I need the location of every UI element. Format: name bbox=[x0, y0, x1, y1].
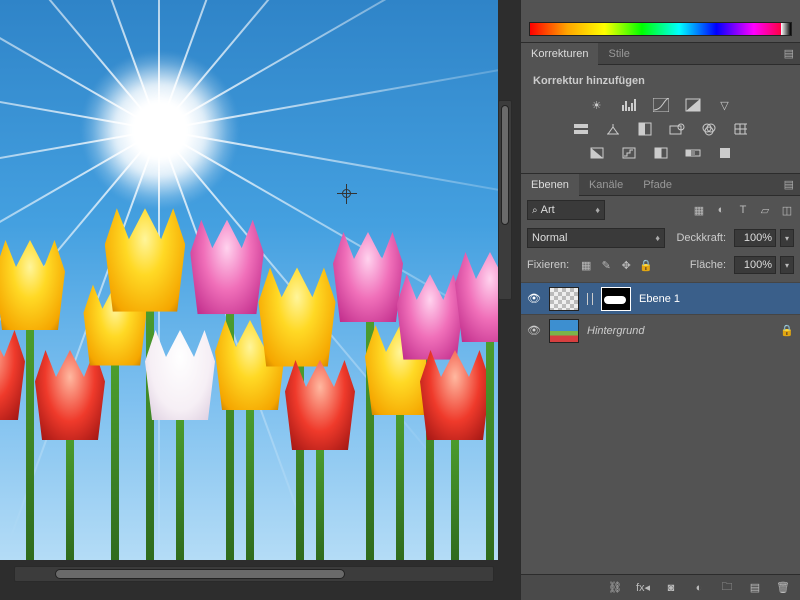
adjustments-title: Korrektur hinzufügen bbox=[533, 75, 792, 87]
adj-invert-icon[interactable] bbox=[588, 145, 606, 161]
layers-panel: Ebenen Kanäle Pfade ▤ ⌕ Art ♦ ▦ ◐ T ▱ ◫ bbox=[521, 173, 800, 600]
filter-adjust-icon[interactable]: ◐ bbox=[714, 203, 728, 217]
document-area bbox=[0, 0, 520, 600]
adj-photofilter-icon[interactable] bbox=[668, 121, 686, 137]
new-layer-icon[interactable]: ▤ bbox=[748, 581, 762, 594]
adj-posterize-icon[interactable] bbox=[620, 145, 638, 161]
adjustments-panel: Korrekturen Stile ▤ Korrektur hinzufügen… bbox=[521, 42, 800, 173]
adj-levels-icon[interactable] bbox=[620, 97, 638, 113]
adj-channelmixer-icon[interactable] bbox=[700, 121, 718, 137]
lock-icon: 🔒 bbox=[780, 324, 794, 337]
layer-name[interactable]: Ebene 1 bbox=[639, 293, 794, 305]
lock-position-icon[interactable]: ✥ bbox=[619, 258, 633, 272]
new-group-icon[interactable]: 🗀 bbox=[720, 578, 734, 597]
lock-all-icon[interactable]: 🔒 bbox=[639, 258, 653, 272]
layer-filter-kind[interactable]: ⌕ Art ♦ bbox=[527, 200, 605, 220]
adj-vibrance-icon[interactable]: ▽ bbox=[716, 97, 734, 113]
layer-row[interactable]: 👁 Hintergrund 🔒 bbox=[521, 314, 800, 346]
visibility-toggle-icon[interactable]: 👁 bbox=[527, 324, 541, 337]
color-spectrum[interactable] bbox=[529, 22, 792, 36]
filter-smart-icon[interactable]: ◫ bbox=[780, 203, 794, 217]
adj-blackwhite-icon[interactable] bbox=[636, 121, 654, 137]
adj-brightness-icon[interactable]: ☀ bbox=[588, 97, 606, 113]
tab-layers[interactable]: Ebenen bbox=[521, 174, 579, 196]
visibility-toggle-icon[interactable]: 👁 bbox=[527, 292, 541, 305]
adj-selectivecolor-icon[interactable] bbox=[716, 145, 734, 161]
layer-row[interactable]: 👁 Ebene 1 bbox=[521, 282, 800, 314]
layer-thumbnail[interactable] bbox=[549, 319, 579, 343]
tab-styles[interactable]: Stile bbox=[598, 43, 639, 65]
adj-curves-icon[interactable] bbox=[652, 97, 670, 113]
layer-mask-thumbnail[interactable] bbox=[601, 287, 631, 311]
adj-exposure-icon[interactable] bbox=[684, 97, 702, 113]
panel-column: Korrekturen Stile ▤ Korrektur hinzufügen… bbox=[520, 0, 800, 600]
mask-link-icon[interactable] bbox=[587, 293, 593, 305]
adj-threshold-icon[interactable] bbox=[652, 145, 670, 161]
panel-menu-icon[interactable]: ▤ bbox=[778, 178, 800, 191]
fill-label: Fläche: bbox=[690, 259, 726, 271]
layer-name[interactable]: Hintergrund bbox=[587, 325, 772, 337]
adj-colorlookup-icon[interactable] bbox=[732, 121, 750, 137]
panel-menu-icon[interactable]: ▤ bbox=[778, 47, 800, 60]
layer-list: 👁 Ebene 1 👁 Hintergrund 🔒 bbox=[521, 282, 800, 346]
filter-pixel-icon[interactable]: ▦ bbox=[692, 203, 706, 217]
canvas-hscrollbar[interactable] bbox=[14, 566, 494, 582]
lock-label: Fixieren: bbox=[527, 259, 569, 271]
lock-transparent-icon[interactable]: ▦ bbox=[579, 258, 593, 272]
adj-gradientmap-icon[interactable] bbox=[684, 145, 702, 161]
tab-channels[interactable]: Kanäle bbox=[579, 174, 633, 196]
filter-shape-icon[interactable]: ▱ bbox=[758, 203, 772, 217]
adj-colorbalance-icon[interactable] bbox=[604, 121, 622, 137]
opacity-label: Deckkraft: bbox=[676, 232, 726, 244]
canvas-vscrollbar[interactable] bbox=[498, 100, 512, 300]
layer-thumbnail[interactable] bbox=[549, 287, 579, 311]
adj-hue-icon[interactable] bbox=[572, 121, 590, 137]
tab-adjustments[interactable]: Korrekturen bbox=[521, 43, 598, 65]
filter-type-icon[interactable]: T bbox=[736, 203, 750, 217]
delete-layer-icon[interactable]: 🗑 bbox=[776, 581, 790, 594]
opacity-input[interactable] bbox=[734, 229, 776, 247]
link-layers-icon[interactable]: ⛓ bbox=[608, 581, 622, 594]
canvas[interactable] bbox=[0, 0, 498, 560]
blend-mode-select[interactable]: Normal♦ bbox=[527, 228, 665, 248]
fill-stepper[interactable]: ▾ bbox=[780, 256, 794, 274]
new-adjustment-icon[interactable]: ◐ bbox=[692, 582, 706, 594]
tab-paths[interactable]: Pfade bbox=[633, 174, 682, 196]
layers-footer: ⛓ fx◂ ◙ ◐ 🗀 ▤ 🗑 bbox=[521, 574, 800, 600]
cursor-crosshair bbox=[337, 184, 357, 204]
add-mask-icon[interactable]: ◙ bbox=[664, 582, 678, 594]
layer-fx-icon[interactable]: fx◂ bbox=[636, 581, 650, 594]
lock-pixels-icon[interactable]: ✎ bbox=[599, 258, 613, 272]
opacity-stepper[interactable]: ▾ bbox=[780, 229, 794, 247]
fill-input[interactable] bbox=[734, 256, 776, 274]
